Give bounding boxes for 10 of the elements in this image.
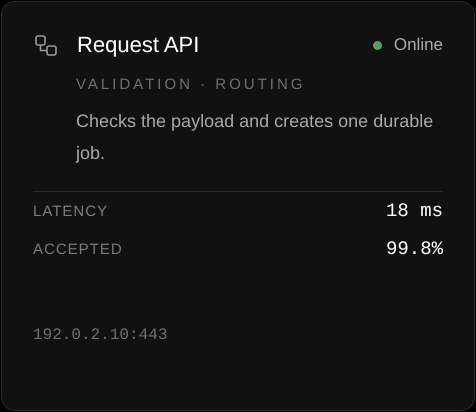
- metric-label: LATENCY: [33, 202, 108, 220]
- status-label: Online: [394, 35, 443, 55]
- description: Checks the payload and creates one durable job.: [76, 110, 434, 165]
- card-title: Request API: [77, 32, 200, 58]
- address: 192.0.2.10:443: [33, 326, 168, 344]
- metric-value: 18 ms: [386, 200, 443, 222]
- metric-value: 99.8%: [386, 238, 443, 260]
- nodes-icon: [35, 34, 57, 56]
- metric-label: ACCEPTED: [33, 240, 123, 258]
- tag-line: VALIDATION · ROUTING: [76, 76, 306, 93]
